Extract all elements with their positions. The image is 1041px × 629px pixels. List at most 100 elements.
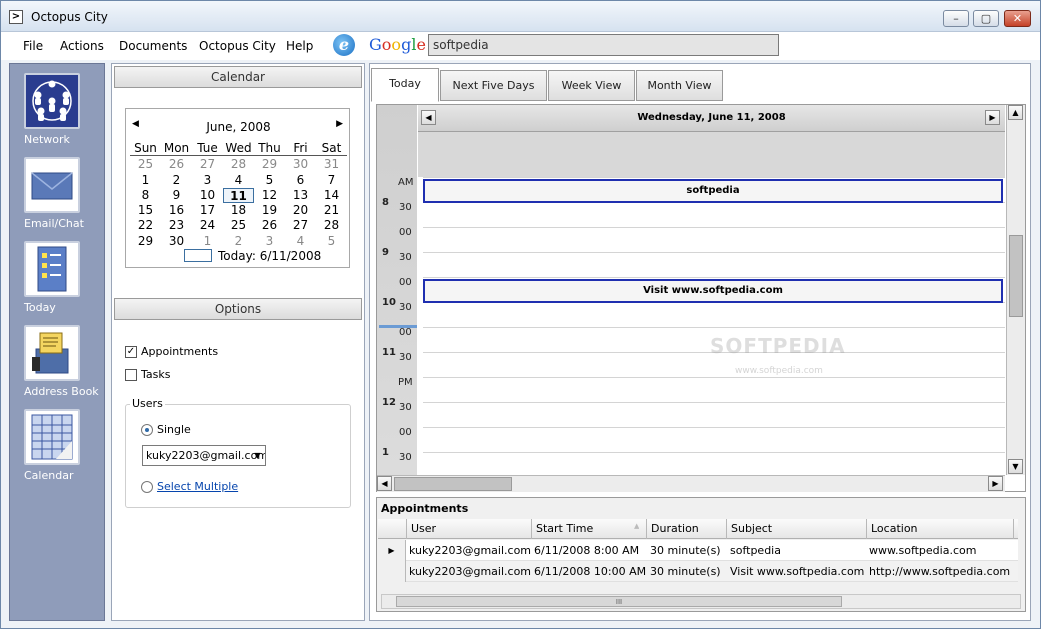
calendar-day[interactable]: 3 xyxy=(254,234,285,249)
minimize-button[interactable]: – xyxy=(943,10,969,27)
tasks-checkbox[interactable] xyxy=(125,369,137,381)
calendar-day[interactable]: 23 xyxy=(161,218,192,233)
today-indicator[interactable] xyxy=(184,249,212,262)
calendar-day[interactable]: 30 xyxy=(285,157,316,172)
nav-item-email-chat[interactable]: Email/Chat xyxy=(24,157,84,230)
vertical-scroll-thumb[interactable] xyxy=(1009,235,1023,317)
calendar-day[interactable]: 27 xyxy=(192,157,223,172)
scroll-up-button[interactable]: ▲ xyxy=(1008,105,1023,120)
calendar-day[interactable]: 5 xyxy=(316,234,347,249)
col-subject[interactable]: Subject xyxy=(731,522,772,535)
today-label[interactable]: Today: 6/11/2008 xyxy=(218,249,321,263)
calendar-day[interactable]: 17 xyxy=(192,203,223,218)
nav-item-address-book[interactable]: Address Book xyxy=(24,325,99,398)
select-multiple-link[interactable]: Select Multiple xyxy=(157,480,238,493)
calendar-day[interactable]: 29 xyxy=(130,234,161,249)
calendar-day[interactable]: 25 xyxy=(223,218,254,233)
current-time-marker xyxy=(379,325,417,328)
menu-help[interactable]: Help xyxy=(286,39,313,53)
event-visit-softpedia[interactable]: Visit www.softpedia.com xyxy=(423,279,1003,303)
next-month-button[interactable]: ▶ xyxy=(336,119,343,129)
col-location[interactable]: Location xyxy=(871,522,918,535)
tab-week-view[interactable]: Week View xyxy=(548,70,635,101)
calendar-day[interactable]: 11 xyxy=(223,187,254,204)
calendar-day[interactable]: 14 xyxy=(316,188,347,203)
menu-actions[interactable]: Actions xyxy=(60,39,104,53)
calendar-day[interactable]: 20 xyxy=(285,203,316,218)
calendar-day[interactable]: 30 xyxy=(161,234,192,249)
col-duration[interactable]: Duration xyxy=(651,522,699,535)
sort-ascending-icon[interactable]: ▲ xyxy=(634,522,639,530)
chevron-down-icon[interactable]: ▼ xyxy=(250,446,265,465)
google-logo[interactable]: Google xyxy=(369,35,426,54)
calendar-day[interactable]: 3 xyxy=(192,173,223,188)
calendar-day[interactable]: 1 xyxy=(130,173,161,188)
calendar-day[interactable]: 19 xyxy=(254,203,285,218)
menu-documents[interactable]: Documents xyxy=(119,39,187,53)
select-multiple-radio[interactable] xyxy=(141,481,153,493)
calendar-day[interactable]: 6 xyxy=(285,173,316,188)
horizontal-scroll-thumb[interactable] xyxy=(394,477,512,491)
tab-month-view[interactable]: Month View xyxy=(636,70,723,101)
calendar-day[interactable]: 25 xyxy=(130,157,161,172)
scroll-down-button[interactable]: ▼ xyxy=(1008,459,1023,474)
scroll-right-button[interactable]: ▶ xyxy=(988,476,1003,491)
calendar-day[interactable]: 4 xyxy=(223,173,254,188)
google-search-input[interactable]: softpedia xyxy=(428,34,779,56)
vertical-scrollbar[interactable]: ▲ ▼ xyxy=(1006,105,1025,475)
menu-file[interactable]: File xyxy=(23,39,43,53)
calendar-day[interactable]: 29 xyxy=(254,157,285,172)
event-softpedia[interactable]: softpedia xyxy=(423,179,1003,203)
next-day-button[interactable]: ▶ xyxy=(985,110,1000,125)
scroll-left-button[interactable]: ◀ xyxy=(377,476,392,491)
calendar-day[interactable]: 10 xyxy=(192,188,223,203)
internet-explorer-icon[interactable]: e xyxy=(333,34,355,56)
calendar-day[interactable]: 22 xyxy=(130,218,161,233)
nav-item-calendar[interactable]: Calendar xyxy=(24,409,84,482)
table-scroll-thumb[interactable]: III xyxy=(396,596,842,607)
calendar-day[interactable]: 8 xyxy=(130,188,161,203)
weekday-label: Fri xyxy=(293,141,308,155)
table-row[interactable]: ▶ kuky2203@gmail.com 6/11/2008 8:00 AM 3… xyxy=(378,540,1018,561)
calendar-day[interactable]: 1 xyxy=(192,234,223,249)
calendar-day[interactable]: 7 xyxy=(316,173,347,188)
tab-next-five-days[interactable]: Next Five Days xyxy=(440,70,547,101)
calendar-day[interactable]: 2 xyxy=(223,234,254,249)
calendar-day[interactable]: 26 xyxy=(254,218,285,233)
col-user[interactable]: User xyxy=(411,522,436,535)
calendar-day[interactable]: 13 xyxy=(285,188,316,203)
day-schedule: AM 8 30 00 9 30 00 10 30 00 11 30 PM 12 … xyxy=(376,104,1026,492)
table-horizontal-scrollbar[interactable]: III xyxy=(381,594,1021,609)
close-button[interactable]: ✕ xyxy=(1004,10,1031,27)
calendar-day[interactable]: 24 xyxy=(192,218,223,233)
maximize-button[interactable]: ▢ xyxy=(973,10,999,27)
calendar-month: June, 2008 xyxy=(206,120,271,134)
cell-location: http://www.softpedia.com xyxy=(869,565,1011,578)
user-select[interactable]: kuky2203@gmail.com ▼ xyxy=(142,445,266,466)
calendar-day[interactable]: 27 xyxy=(285,218,316,233)
col-start-time[interactable]: Start Time xyxy=(536,522,593,535)
calendar-day[interactable]: 15 xyxy=(130,203,161,218)
nav-item-today[interactable]: Today xyxy=(24,241,84,314)
horizontal-scrollbar[interactable]: ◀ ▶ xyxy=(377,475,1005,492)
calendar-day[interactable]: 26 xyxy=(161,157,192,172)
calendar-day[interactable]: 18 xyxy=(223,203,254,218)
calendar-day[interactable]: 5 xyxy=(254,173,285,188)
calendar-day[interactable]: 31 xyxy=(316,157,347,172)
calendar-day[interactable]: 2 xyxy=(161,173,192,188)
calendar-day[interactable]: 9 xyxy=(161,188,192,203)
calendar-day[interactable]: 16 xyxy=(161,203,192,218)
single-radio[interactable] xyxy=(141,424,153,436)
calendar-day[interactable]: 12 xyxy=(254,188,285,203)
appointments-checkbox[interactable]: ✓ xyxy=(125,346,137,358)
table-row[interactable]: kuky2203@gmail.com 6/11/2008 10:00 AM 30… xyxy=(378,561,1018,582)
options-header: Options xyxy=(114,298,362,320)
nav-item-network[interactable]: Network xyxy=(24,73,84,146)
calendar-day[interactable]: 28 xyxy=(223,157,254,172)
time-grid[interactable]: softpedia Visit www.softpedia.com xyxy=(418,132,1005,475)
calendar-day[interactable]: 28 xyxy=(316,218,347,233)
calendar-day[interactable]: 21 xyxy=(316,203,347,218)
calendar-day[interactable]: 4 xyxy=(285,234,316,249)
menu-octopus-city[interactable]: Octopus City xyxy=(199,39,276,53)
tab-today[interactable]: Today xyxy=(371,68,439,102)
